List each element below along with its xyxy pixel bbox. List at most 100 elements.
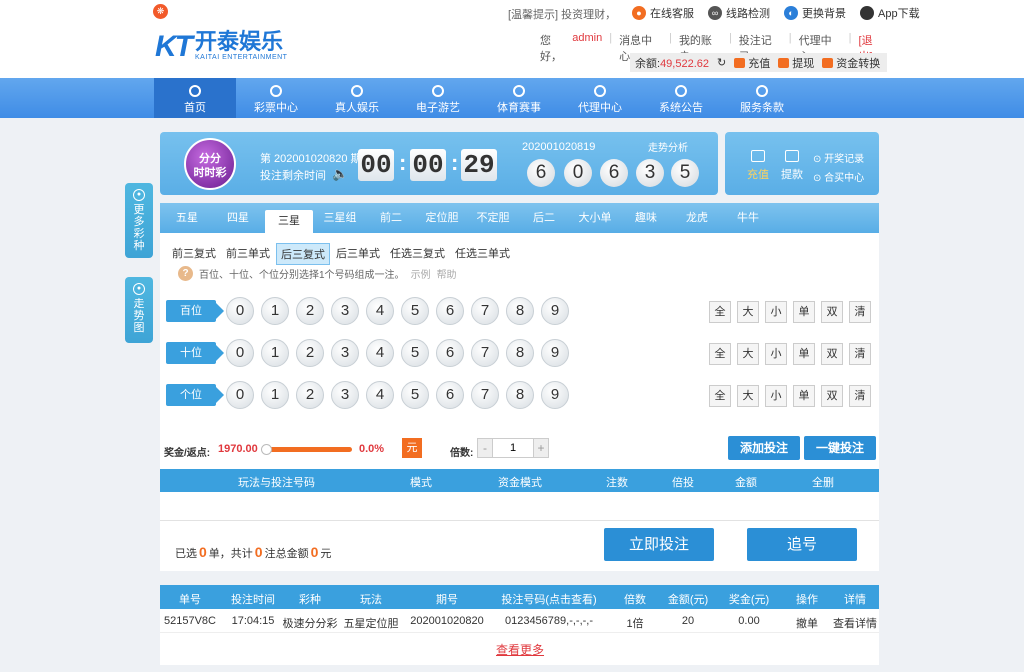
number-ball-5[interactable]: 5 <box>401 381 429 409</box>
plus-button[interactable]: + <box>533 438 549 458</box>
number-ball-7[interactable]: 7 <box>471 381 499 409</box>
delete-all-button[interactable]: 全删 <box>812 474 834 490</box>
subtab-any-three-multi[interactable]: 任选三复式 <box>386 243 449 265</box>
number-ball-4[interactable]: 4 <box>366 381 394 409</box>
subtab-any-three-single[interactable]: 任选三单式 <box>451 243 514 265</box>
number-ball-6[interactable]: 6 <box>436 381 464 409</box>
number-ball-5[interactable]: 5 <box>401 339 429 367</box>
brand-logo[interactable]: KT 开泰娱乐 KAITAI ENTERTAINMENT <box>155 30 287 62</box>
minus-button[interactable]: - <box>477 438 493 458</box>
subtab-front-three-single[interactable]: 前三单式 <box>222 243 274 265</box>
tab-five-star[interactable]: 五星 <box>163 203 211 233</box>
number-ball-5[interactable]: 5 <box>401 297 429 325</box>
quick-select-button[interactable]: 清 <box>849 343 871 365</box>
example-link[interactable]: 示例 <box>411 266 431 281</box>
unit-yuan-button[interactable]: 元 <box>402 438 422 458</box>
number-ball-9[interactable]: 9 <box>541 381 569 409</box>
quick-bet-button[interactable]: 一键投注 <box>804 436 876 460</box>
line-check-link[interactable]: ∞ 线路检测 <box>708 5 770 21</box>
nav-sports[interactable]: 体育赛事 <box>478 78 560 118</box>
draw-record-link[interactable]: ⊙ 开奖记录 <box>813 150 864 165</box>
number-ball-8[interactable]: 8 <box>506 297 534 325</box>
refresh-icon[interactable]: ↻ <box>717 56 726 69</box>
tab-three-star[interactable]: 三星 <box>265 210 313 233</box>
subtab-back-three-multi[interactable]: 后三复式 <box>276 243 330 265</box>
nav-terms[interactable]: 服务条款 <box>721 78 803 118</box>
quick-select-button[interactable]: 小 <box>765 301 787 323</box>
number-ball-9[interactable]: 9 <box>541 339 569 367</box>
table-cell[interactable]: 0123456789,-,-,-,- <box>505 615 593 627</box>
number-ball-0[interactable]: 0 <box>226 297 254 325</box>
quick-select-button[interactable]: 清 <box>849 385 871 407</box>
number-ball-1[interactable]: 1 <box>261 381 289 409</box>
number-ball-6[interactable]: 6 <box>436 297 464 325</box>
tab-dragon-tiger[interactable]: 龙虎 <box>673 203 721 233</box>
number-ball-2[interactable]: 2 <box>296 381 324 409</box>
hero-recharge-button[interactable]: 充值 <box>743 150 773 182</box>
number-ball-1[interactable]: 1 <box>261 339 289 367</box>
rebate-slider[interactable] <box>261 444 352 455</box>
number-ball-3[interactable]: 3 <box>331 339 359 367</box>
quick-select-button[interactable]: 清 <box>849 301 871 323</box>
number-ball-1[interactable]: 1 <box>261 297 289 325</box>
hero-withdraw-button[interactable]: 提款 <box>777 150 807 182</box>
tab-four-star[interactable]: 四星 <box>214 203 262 233</box>
nav-notice[interactable]: 系统公告 <box>640 78 722 118</box>
more-lottery-float[interactable]: ● 更多彩种 <box>125 183 153 258</box>
recharge-button[interactable]: 充值 <box>734 55 770 71</box>
number-ball-7[interactable]: 7 <box>471 339 499 367</box>
nav-agent[interactable]: 代理中心 <box>559 78 641 118</box>
online-service-link[interactable]: ● 在线客服 <box>632 5 694 21</box>
number-ball-9[interactable]: 9 <box>541 297 569 325</box>
view-details-link[interactable]: 查看详情 <box>833 615 877 631</box>
quick-select-button[interactable]: 双 <box>821 385 843 407</box>
subtab-front-three-multi[interactable]: 前三复式 <box>168 243 220 265</box>
number-ball-2[interactable]: 2 <box>296 339 324 367</box>
subtab-back-three-single[interactable]: 后三单式 <box>332 243 384 265</box>
chase-number-button[interactable]: 追号 <box>747 528 857 561</box>
tab-three-star-group[interactable]: 三星组 <box>316 203 364 233</box>
view-more-link[interactable]: 查看更多 <box>496 641 544 658</box>
quick-select-button[interactable]: 大 <box>737 343 759 365</box>
number-ball-0[interactable]: 0 <box>226 381 254 409</box>
number-ball-8[interactable]: 8 <box>506 381 534 409</box>
multiple-input[interactable] <box>493 438 533 458</box>
quick-select-button[interactable]: 全 <box>709 301 731 323</box>
quick-select-button[interactable]: 双 <box>821 343 843 365</box>
slider-handle[interactable] <box>261 444 272 455</box>
number-ball-8[interactable]: 8 <box>506 339 534 367</box>
tab-bull[interactable]: 牛牛 <box>724 203 772 233</box>
nav-lottery[interactable]: 彩票中心 <box>235 78 317 118</box>
number-ball-2[interactable]: 2 <box>296 297 324 325</box>
trend-analysis-link[interactable]: 走势分析 <box>648 139 688 154</box>
tab-big-small[interactable]: 大小单 <box>571 203 619 233</box>
submit-bet-button[interactable]: 立即投注 <box>604 528 714 561</box>
help-link[interactable]: 帮助 <box>437 266 457 281</box>
table-row[interactable]: 52157V8C 17:04:15 极速分分彩 五星定位胆 202001020820 01… <box>160 609 879 633</box>
nav-home[interactable]: 首页 <box>154 78 236 118</box>
quick-select-button[interactable]: 小 <box>765 385 787 407</box>
change-bg-link[interactable]: ◐ 更换背景 <box>784 5 846 21</box>
add-bet-button[interactable]: 添加投注 <box>728 436 800 460</box>
cancel-order-button[interactable]: 撤单 <box>796 615 818 631</box>
quick-select-button[interactable]: 单 <box>793 385 815 407</box>
quick-select-button[interactable]: 全 <box>709 343 731 365</box>
number-ball-3[interactable]: 3 <box>331 297 359 325</box>
tab-position[interactable]: 定位胆 <box>418 203 466 233</box>
quick-select-button[interactable]: 双 <box>821 301 843 323</box>
quick-select-button[interactable]: 单 <box>793 301 815 323</box>
nav-slots[interactable]: 电子游艺 <box>397 78 479 118</box>
tab-back-two[interactable]: 后二 <box>520 203 568 233</box>
number-ball-4[interactable]: 4 <box>366 339 394 367</box>
fund-transfer-button[interactable]: 资金转换 <box>822 55 880 71</box>
withdraw-button[interactable]: 提现 <box>778 55 814 71</box>
quick-select-button[interactable]: 全 <box>709 385 731 407</box>
number-ball-4[interactable]: 4 <box>366 297 394 325</box>
tab-no-position[interactable]: 不定胆 <box>469 203 517 233</box>
number-ball-7[interactable]: 7 <box>471 297 499 325</box>
number-ball-0[interactable]: 0 <box>226 339 254 367</box>
quick-select-button[interactable]: 小 <box>765 343 787 365</box>
quick-select-button[interactable]: 大 <box>737 301 759 323</box>
trend-chart-float[interactable]: ● 走势图 <box>125 277 153 343</box>
app-download-link[interactable]: App下载 <box>860 5 920 21</box>
